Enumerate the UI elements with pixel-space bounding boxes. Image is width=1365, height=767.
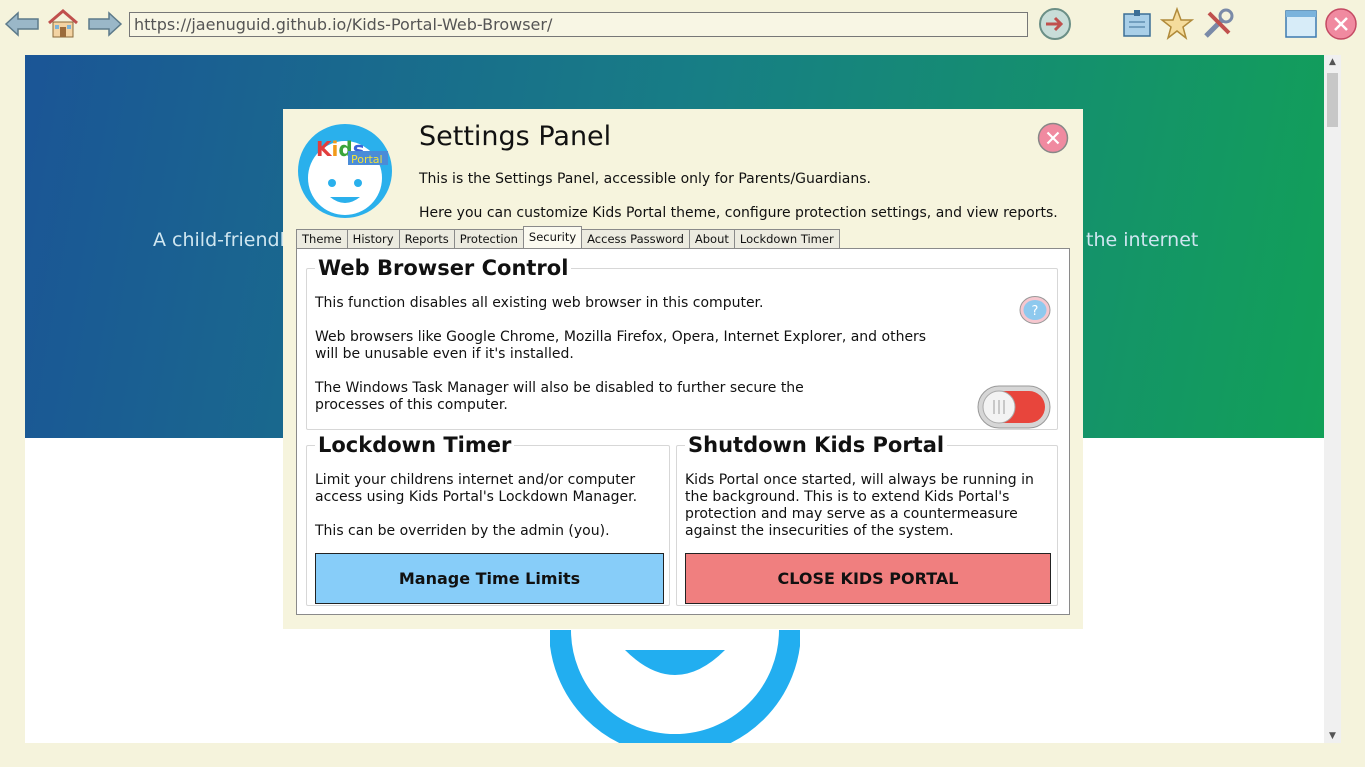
shutdown-text-4: against the insecurities of the system.	[685, 523, 954, 539]
hero-tagline-right: the internet	[1086, 229, 1199, 251]
shutdown-text-1: Kids Portal once started, will always be…	[685, 472, 1034, 488]
tools-icon[interactable]	[1200, 6, 1236, 42]
lockdown-timer-group: Lockdown Timer Limit your childrens inte…	[306, 434, 670, 606]
tab-about[interactable]: About	[688, 229, 735, 248]
shutdown-title: Shutdown Kids Portal	[688, 433, 945, 457]
lockdown-text-1b: access using Kids Portal's Lockdown Mana…	[315, 489, 638, 505]
go-icon[interactable]	[1037, 6, 1073, 42]
security-tab-panel: Web Browser Control This function disabl…	[296, 248, 1070, 615]
shutdown-group: Shutdown Kids Portal Kids Portal once st…	[676, 434, 1058, 606]
close-kids-portal-button[interactable]: CLOSE KIDS PORTAL	[685, 553, 1051, 604]
lockdown-timer-title: Lockdown Timer	[318, 433, 512, 457]
window-icon[interactable]	[1283, 6, 1319, 42]
home-icon[interactable]	[45, 6, 81, 42]
back-arrow-icon[interactable]	[4, 6, 40, 42]
scroll-down-icon[interactable]: ▼	[1324, 729, 1341, 743]
settings-panel-title: Settings Panel	[419, 121, 612, 152]
tab-reports[interactable]: Reports	[398, 229, 455, 248]
wbc-text-2b: will be unusable even if it's installed.	[315, 346, 574, 362]
wbc-text-1: This function disables all existing web …	[315, 295, 764, 311]
page-scrollbar[interactable]: ▲ ▼	[1324, 55, 1341, 743]
tab-lockdown-timer[interactable]: Lockdown Timer	[733, 229, 840, 248]
manage-time-limits-button[interactable]: Manage Time Limits	[315, 553, 664, 604]
lockdown-text-1a: Limit your childrens internet and/or com…	[315, 472, 636, 488]
web-browser-control-group: Web Browser Control This function disabl…	[306, 257, 1058, 430]
url-bar[interactable]: https://jaenuguid.github.io/Kids-Portal-…	[129, 12, 1028, 37]
shutdown-text-3: protection and may serve as a countermea…	[685, 506, 1018, 522]
wbc-text-2a: Web browsers like Google Chrome, Mozilla…	[315, 329, 927, 345]
settings-tabs: Theme History Reports Protection Securit…	[296, 226, 840, 248]
shutdown-text-2: the background. This is to extend Kids P…	[685, 489, 1010, 505]
forward-arrow-icon[interactable]	[87, 6, 123, 42]
web-browser-control-title: Web Browser Control	[318, 256, 569, 280]
settings-description-2: Here you can customize Kids Portal theme…	[419, 205, 1058, 221]
browser-control-toggle[interactable]	[977, 385, 1051, 429]
tab-access-password[interactable]: Access Password	[581, 229, 690, 248]
settings-description-1: This is the Settings Panel, accessible o…	[419, 171, 871, 187]
help-icon[interactable]: ?	[1019, 295, 1051, 325]
favorites-star-icon[interactable]	[1159, 6, 1195, 42]
kids-portal-logo: Kids Portal	[298, 124, 392, 218]
svg-text:?: ?	[1032, 304, 1039, 319]
wbc-text-3a: The Windows Task Manager will also be di…	[315, 380, 804, 396]
tab-security[interactable]: Security	[522, 226, 583, 248]
close-icon[interactable]	[1323, 6, 1359, 42]
settings-panel: Kids Portal Settings Panel This is the S…	[283, 109, 1083, 629]
bookmarks-icon[interactable]	[1119, 6, 1155, 42]
tab-history[interactable]: History	[346, 229, 400, 248]
wbc-text-3b: processes of this computer.	[315, 397, 508, 413]
kids-portal-face-graphic	[550, 630, 800, 743]
close-settings-icon[interactable]	[1037, 122, 1069, 154]
svg-text:Portal: Portal	[351, 153, 383, 166]
lockdown-text-2: This can be overriden by the admin (you)…	[315, 523, 610, 539]
scrollbar-thumb[interactable]	[1327, 73, 1338, 127]
hero-tagline-left: A child-friendl	[153, 229, 285, 251]
scroll-up-icon[interactable]: ▲	[1324, 55, 1341, 69]
browser-toolbar: https://jaenuguid.github.io/Kids-Portal-…	[0, 0, 1365, 50]
tab-protection[interactable]: Protection	[453, 229, 524, 248]
tab-theme[interactable]: Theme	[296, 229, 348, 248]
